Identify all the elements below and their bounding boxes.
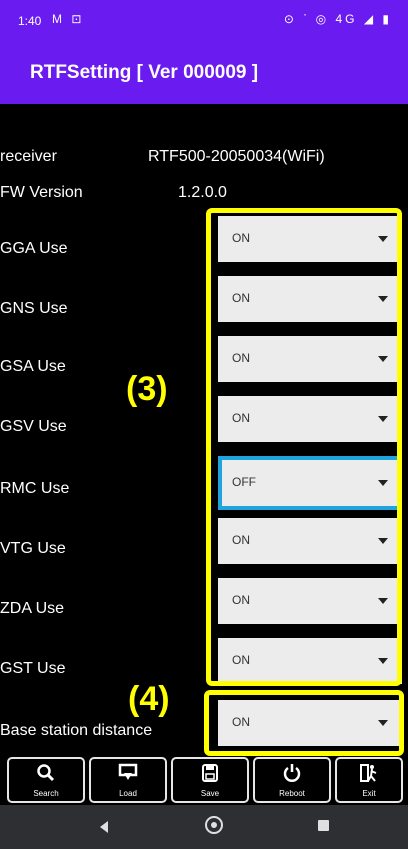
base-station-distance-label: Base station distance — [0, 722, 153, 739]
reboot-button-label: Reboot — [279, 789, 305, 798]
exit-button-label: Exit — [362, 789, 376, 798]
save-button-label: Save — [200, 789, 220, 798]
receiver-value: RTF500-20050034(WiFi) — [148, 148, 325, 165]
load-button-label: Load — [119, 789, 137, 798]
gsv-use-label: GSV Use — [0, 418, 67, 435]
power-icon — [255, 763, 329, 787]
app-title: RTFSetting [ Ver 000009 ] — [30, 62, 259, 83]
bottom-toolbar: Search Load Save Reboot Exit — [0, 757, 408, 805]
gst-use-label: GST Use — [0, 660, 66, 677]
back-icon[interactable] — [100, 821, 108, 833]
fw-version-value: 1.2.0.0 — [178, 184, 227, 201]
screenshot-icon: ⊡ — [71, 12, 82, 26]
rmc-use-label: RMC Use — [0, 480, 70, 497]
exit-button[interactable]: Exit — [335, 757, 403, 803]
notification-icon: M — [52, 12, 62, 26]
receiver-label: receiver — [0, 148, 57, 165]
annotation-4: (4) — [128, 680, 170, 718]
search-button-label: Search — [33, 789, 59, 798]
status-time: 1:40 — [18, 14, 42, 28]
home-icon[interactable] — [205, 816, 223, 834]
status-left-icons: M ⊡ — [52, 12, 87, 26]
highlight-box-4 — [204, 690, 404, 756]
highlight-box-3 — [206, 208, 402, 686]
load-button[interactable]: Load — [89, 757, 167, 803]
save-icon — [173, 763, 247, 787]
search-button[interactable]: Search — [7, 757, 85, 803]
exit-icon — [337, 763, 401, 787]
status-right-icons: ⊙ ᐝ ◎ 4G ◢ ▮ — [283, 12, 392, 26]
app-bar: RTFSetting [ Ver 000009 ] — [0, 40, 408, 104]
gns-use-label: GNS Use — [0, 300, 68, 317]
reboot-button[interactable]: Reboot — [253, 757, 331, 803]
vtg-use-label: VTG Use — [0, 540, 66, 557]
annotation-3: (3) — [126, 370, 168, 408]
save-button[interactable]: Save — [171, 757, 249, 803]
gsa-use-label: GSA Use — [0, 358, 66, 375]
load-icon — [91, 763, 165, 787]
recent-apps-icon[interactable] — [318, 820, 329, 831]
status-bar: 1:40 M ⊡ ⊙ ᐝ ◎ 4G ◢ ▮ — [0, 0, 408, 40]
zda-use-label: ZDA Use — [0, 600, 65, 617]
gga-use-label: GGA Use — [0, 240, 68, 257]
fw-version-label: FW Version — [0, 184, 83, 201]
system-nav-bar — [0, 805, 408, 849]
search-icon — [9, 763, 83, 787]
